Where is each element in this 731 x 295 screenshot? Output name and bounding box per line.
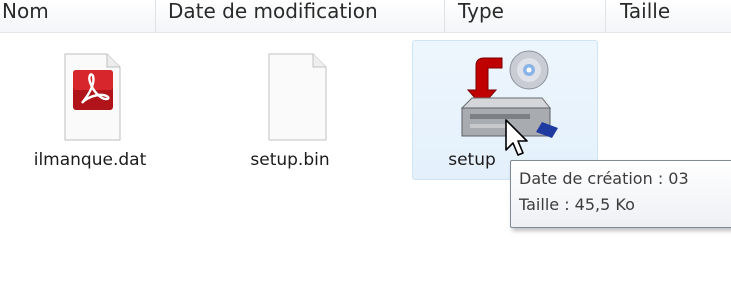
column-divider[interactable]: [155, 0, 156, 32]
file-name-label: setup.bin: [250, 150, 330, 170]
column-header-date[interactable]: Date de modification: [168, 0, 378, 31]
column-header-type[interactable]: Type: [458, 0, 504, 31]
mouse-cursor-icon: [505, 119, 528, 156]
file-item-ilmanque[interactable]: ilmanque.dat: [10, 48, 170, 178]
column-divider[interactable]: [444, 0, 445, 32]
column-divider[interactable]: [605, 0, 606, 32]
column-header-name[interactable]: Nom: [2, 0, 49, 31]
file-name-label: ilmanque.dat: [33, 150, 147, 170]
pdf-file-icon: [64, 53, 121, 141]
tooltip-creation-date: Date de création : 03: [519, 169, 689, 188]
file-item-setup-bin[interactable]: setup.bin: [210, 48, 370, 178]
blank-file-icon: [268, 53, 327, 141]
file-info-tooltip: Date de création : 03 Taille : 45,5 Ko: [510, 160, 731, 228]
column-header-size[interactable]: Taille: [620, 0, 670, 31]
tooltip-size: Taille : 45,5 Ko: [519, 195, 635, 214]
column-header-bar: Nom Date de modification Type Taille: [0, 0, 731, 33]
